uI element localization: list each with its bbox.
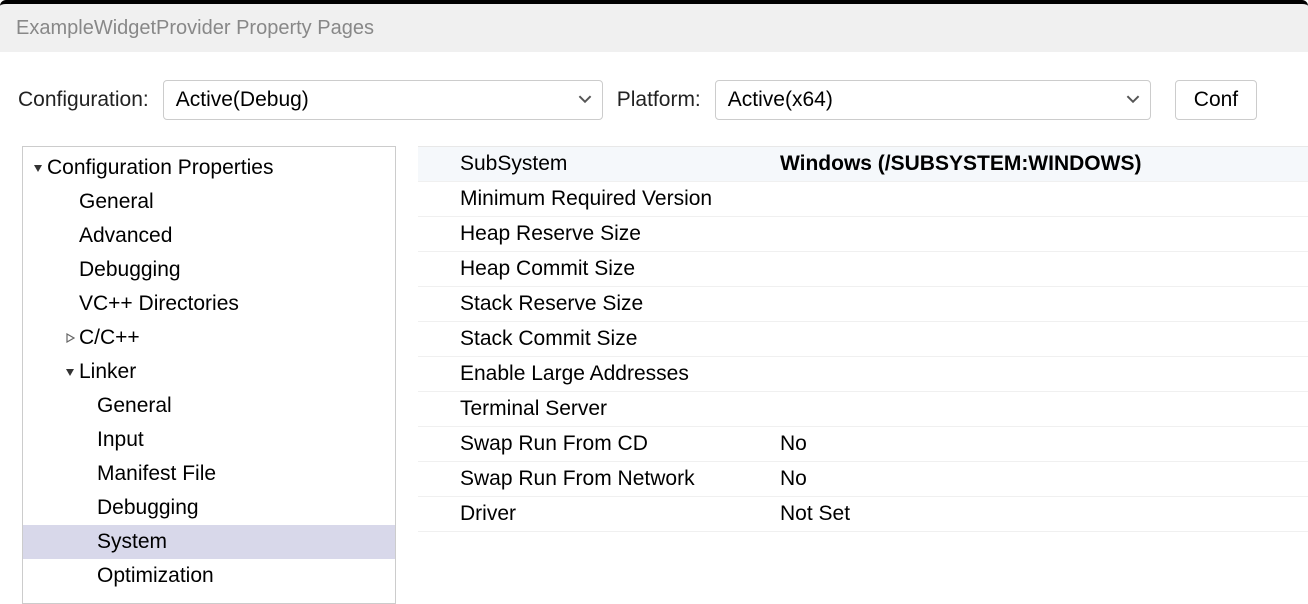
tree-item-linker-system[interactable]: System xyxy=(23,525,395,559)
grid-row[interactable]: SubSystem Windows (/SUBSYSTEM:WINDOWS) xyxy=(418,147,1308,182)
property-name: Swap Run From Network xyxy=(418,467,776,491)
property-value[interactable]: No xyxy=(776,467,1308,491)
grid-row[interactable]: Minimum Required Version xyxy=(418,182,1308,217)
tree-item-general[interactable]: General xyxy=(23,185,395,219)
tree-item-linker-manifest[interactable]: Manifest File xyxy=(23,457,395,491)
tree-item-debugging[interactable]: Debugging xyxy=(23,253,395,287)
property-name: Stack Reserve Size xyxy=(418,292,776,316)
configuration-value: Active(Debug) xyxy=(176,88,309,112)
tree-item-linker-debugging[interactable]: Debugging xyxy=(23,491,395,525)
content-area: Configuration Properties General Advance… xyxy=(0,146,1308,604)
tree-item-linker-general[interactable]: General xyxy=(23,389,395,423)
property-name: Heap Reserve Size xyxy=(418,222,776,246)
grid-row[interactable]: Enable Large Addresses xyxy=(418,357,1308,392)
tree-item-linker-input[interactable]: Input xyxy=(23,423,395,457)
property-grid: SubSystem Windows (/SUBSYSTEM:WINDOWS) M… xyxy=(418,146,1308,604)
expand-collapse-icon[interactable] xyxy=(61,367,79,377)
property-name: Enable Large Addresses xyxy=(418,362,776,386)
category-tree[interactable]: Configuration Properties General Advance… xyxy=(22,146,396,604)
grid-row[interactable]: Terminal Server xyxy=(418,392,1308,427)
expand-collapse-icon[interactable] xyxy=(29,163,47,173)
property-value[interactable]: Windows (/SUBSYSTEM:WINDOWS) xyxy=(776,152,1308,176)
window-title: ExampleWidgetProvider Property Pages xyxy=(16,17,374,40)
property-name: Minimum Required Version xyxy=(418,187,776,211)
property-name: Terminal Server xyxy=(418,397,776,421)
property-value[interactable]: No xyxy=(776,432,1308,456)
platform-value: Active(x64) xyxy=(728,88,833,112)
tree-item-configuration-properties[interactable]: Configuration Properties xyxy=(23,151,395,185)
grid-row[interactable]: Swap Run From Network No xyxy=(418,462,1308,497)
tree-item-vc-directories[interactable]: VC++ Directories xyxy=(23,287,395,321)
configuration-label: Configuration: xyxy=(18,88,149,112)
expand-collapse-icon[interactable] xyxy=(61,333,79,343)
grid-row[interactable]: Swap Run From CD No xyxy=(418,427,1308,462)
property-name: Heap Commit Size xyxy=(418,257,776,281)
configuration-dropdown[interactable]: Active(Debug) xyxy=(163,80,603,120)
grid-row[interactable]: Heap Reserve Size xyxy=(418,217,1308,252)
tree-item-cpp[interactable]: C/C++ xyxy=(23,321,395,355)
toolbar: Configuration: Active(Debug) Platform: A… xyxy=(0,52,1308,146)
grid-row[interactable]: Stack Commit Size xyxy=(418,322,1308,357)
grid-row[interactable]: Heap Commit Size xyxy=(418,252,1308,287)
platform-dropdown[interactable]: Active(x64) xyxy=(715,80,1151,120)
grid-row[interactable]: Stack Reserve Size xyxy=(418,287,1308,322)
property-name: Driver xyxy=(418,502,776,526)
chevron-down-icon xyxy=(1126,89,1140,112)
property-name: Swap Run From CD xyxy=(418,432,776,456)
platform-label: Platform: xyxy=(617,88,701,112)
grid-row[interactable]: Driver Not Set xyxy=(418,497,1308,532)
property-value[interactable]: Not Set xyxy=(776,502,1308,526)
tree-item-linker-optimization[interactable]: Optimization xyxy=(23,559,395,593)
property-name: SubSystem xyxy=(418,152,776,176)
property-name: Stack Commit Size xyxy=(418,327,776,351)
chevron-down-icon xyxy=(578,89,592,112)
configuration-manager-button[interactable]: Conf xyxy=(1175,80,1257,120)
tree-item-linker[interactable]: Linker xyxy=(23,355,395,389)
tree-item-advanced[interactable]: Advanced xyxy=(23,219,395,253)
titlebar: ExampleWidgetProvider Property Pages xyxy=(0,0,1308,52)
